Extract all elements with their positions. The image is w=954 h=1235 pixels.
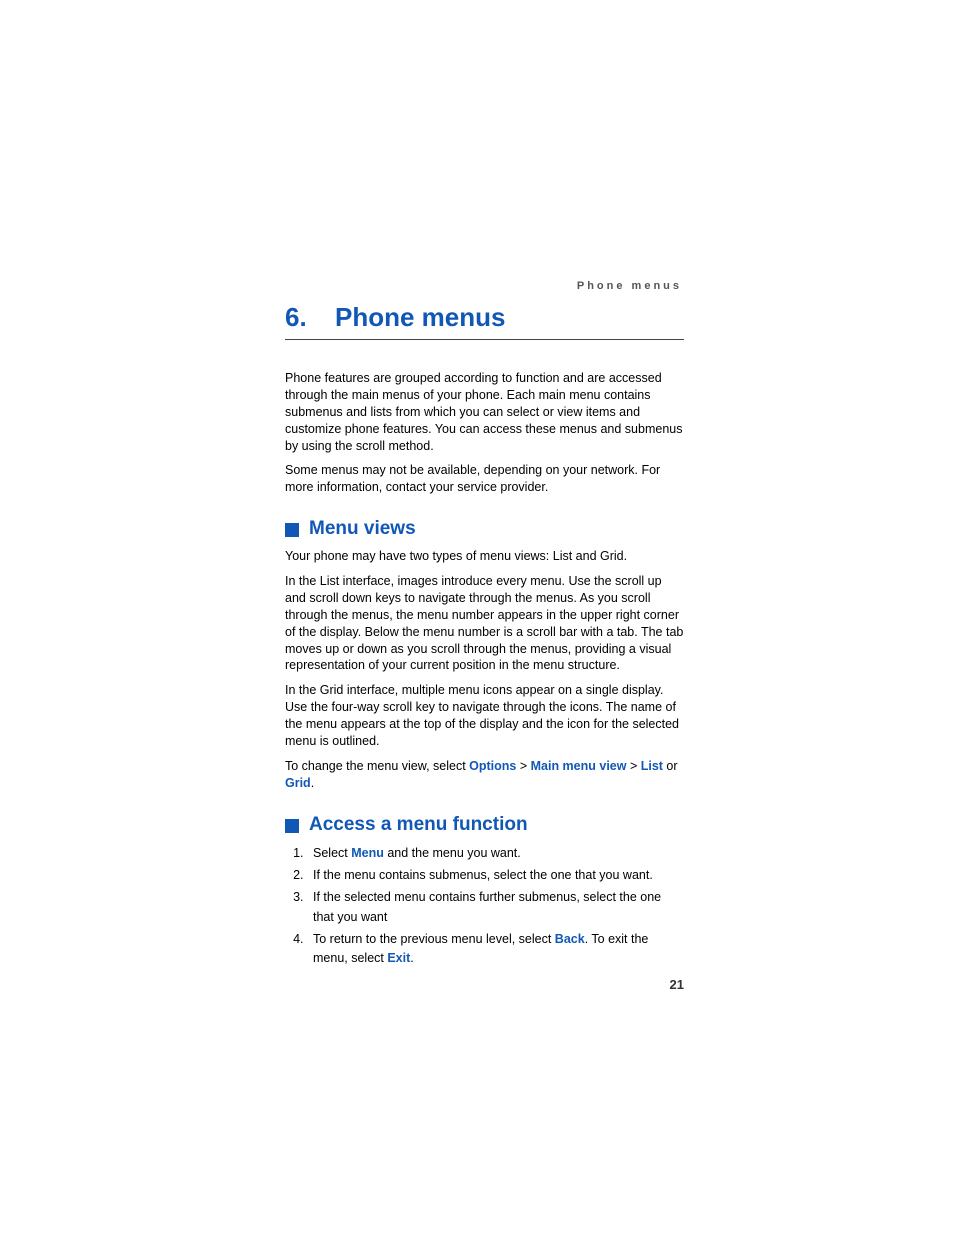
square-bullet-icon bbox=[285, 523, 299, 537]
chapter-number: 6. bbox=[285, 302, 335, 333]
body-paragraph: In the List interface, images introduce … bbox=[285, 573, 684, 674]
section-title-text: Access a menu function bbox=[309, 814, 528, 836]
section-title-text: Menu views bbox=[309, 518, 416, 540]
body-paragraph: In the Grid interface, multiple menu ico… bbox=[285, 682, 684, 750]
chapter-heading: 6.Phone menus bbox=[285, 302, 684, 340]
text-run: or bbox=[663, 759, 678, 773]
section-heading-access-menu: Access a menu function bbox=[285, 814, 684, 836]
intro-paragraph-1: Phone features are grouped according to … bbox=[285, 370, 684, 454]
body-paragraph: Your phone may have two types of menu vi… bbox=[285, 548, 684, 565]
list-item: Select Menu and the menu you want. bbox=[307, 844, 684, 863]
page-number: 21 bbox=[670, 977, 684, 992]
ui-keyword-main-menu-view: Main menu view bbox=[531, 759, 627, 773]
list-item: If the selected menu contains further su… bbox=[307, 888, 684, 927]
section-heading-menu-views: Menu views bbox=[285, 518, 684, 540]
chapter-title-text: Phone menus bbox=[335, 302, 505, 332]
ordered-list: Select Menu and the menu you want. If th… bbox=[285, 844, 684, 969]
ui-keyword-menu: Menu bbox=[351, 846, 384, 860]
text-run: > bbox=[626, 759, 640, 773]
list-item: If the menu contains submenus, select th… bbox=[307, 866, 684, 885]
text-run: > bbox=[516, 759, 530, 773]
text-run: To change the menu view, select bbox=[285, 759, 469, 773]
text-run: To return to the previous menu level, se… bbox=[313, 932, 555, 946]
intro-paragraph-2: Some menus may not be available, dependi… bbox=[285, 462, 684, 496]
ui-keyword-grid: Grid bbox=[285, 776, 311, 790]
square-bullet-icon bbox=[285, 819, 299, 833]
list-item: To return to the previous menu level, se… bbox=[307, 930, 684, 969]
ui-keyword-options: Options bbox=[469, 759, 516, 773]
ui-keyword-back: Back bbox=[555, 932, 585, 946]
text-run: Select bbox=[313, 846, 351, 860]
text-run: . bbox=[410, 951, 413, 965]
text-run: and the menu you want. bbox=[384, 846, 521, 860]
body-paragraph: To change the menu view, select Options … bbox=[285, 758, 684, 792]
document-page: Phone menus 6.Phone menus Phone features… bbox=[0, 0, 954, 1235]
running-header: Phone menus bbox=[285, 280, 682, 292]
text-run: . bbox=[311, 776, 314, 790]
ui-keyword-exit: Exit bbox=[387, 951, 410, 965]
ui-keyword-list: List bbox=[641, 759, 663, 773]
